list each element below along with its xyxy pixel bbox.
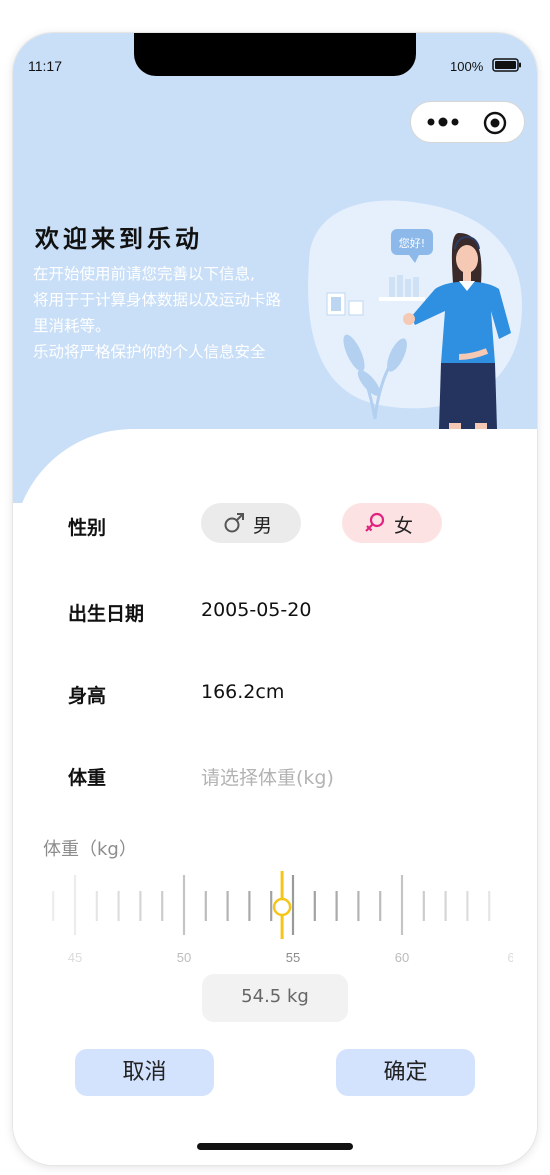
intro-line: 在开始使用前请您完善以下信息, xyxy=(33,265,255,283)
intro-line: 将用于于计算身体数据以及运动卡路里消耗等。 xyxy=(33,291,282,335)
weight-label: 体重 xyxy=(68,767,107,789)
weight-value-text: 54.5 kg xyxy=(241,986,309,1007)
receptionist-illustration: 您好! xyxy=(308,200,523,429)
height-value[interactable]: 166.2cm xyxy=(201,681,284,703)
female-symbol-icon xyxy=(365,512,385,532)
gender-male-button[interactable]: 男 xyxy=(201,503,301,543)
welcome-title: 欢迎来到乐动 xyxy=(35,224,203,253)
status-time: 11:17 xyxy=(28,58,62,74)
ruler-tick-label: 60 xyxy=(395,950,409,965)
close-target-icon[interactable] xyxy=(483,111,507,135)
bubble-text: 您好! xyxy=(399,236,425,250)
ruler-tick-label: 6 xyxy=(507,950,513,965)
ruler-tick-label: 50 xyxy=(177,950,191,965)
weight-value-display: 54.5 kg xyxy=(202,974,348,1022)
male-symbol-icon xyxy=(224,513,244,533)
female-label: 女 xyxy=(394,515,414,537)
birth-value[interactable]: 2005-05-20 xyxy=(201,599,311,621)
phone-frame: 11:17 100% 欢迎来到乐动 在开始使用前请您完善以下信息, 将用于于计算… xyxy=(13,33,537,1165)
weight-picker-label: 体重（kg） xyxy=(43,839,137,860)
gender-label: 性别 xyxy=(68,517,107,539)
battery-icon xyxy=(492,58,521,72)
ruler-tick-label: 45 xyxy=(68,950,82,965)
intro-line: 乐动将严格保护你的个人信息安全 xyxy=(33,343,266,361)
battery-percent: 100% xyxy=(450,59,484,74)
ruler-indicator-knob[interactable] xyxy=(272,897,292,917)
miniprogram-capsule xyxy=(410,101,525,143)
more-icon[interactable] xyxy=(425,114,461,130)
confirm-button[interactable]: 确定 xyxy=(336,1049,475,1096)
ruler-tick-label: 55 xyxy=(286,950,300,965)
intro-text: 在开始使用前请您完善以下信息, 将用于于计算身体数据以及运动卡路里消耗等。 乐动… xyxy=(33,261,295,365)
male-label: 男 xyxy=(253,515,273,537)
notch xyxy=(134,33,416,76)
cancel-button[interactable]: 取消 xyxy=(75,1049,214,1096)
weight-ruler-slider[interactable]: 45 50 55 60 6 xyxy=(43,863,513,973)
birth-label: 出生日期 xyxy=(68,603,145,625)
height-label: 身高 xyxy=(68,685,107,707)
gender-female-button[interactable]: 女 xyxy=(342,503,442,543)
home-indicator xyxy=(197,1143,353,1150)
weight-placeholder[interactable]: 请选择体重(kg) xyxy=(201,763,334,790)
